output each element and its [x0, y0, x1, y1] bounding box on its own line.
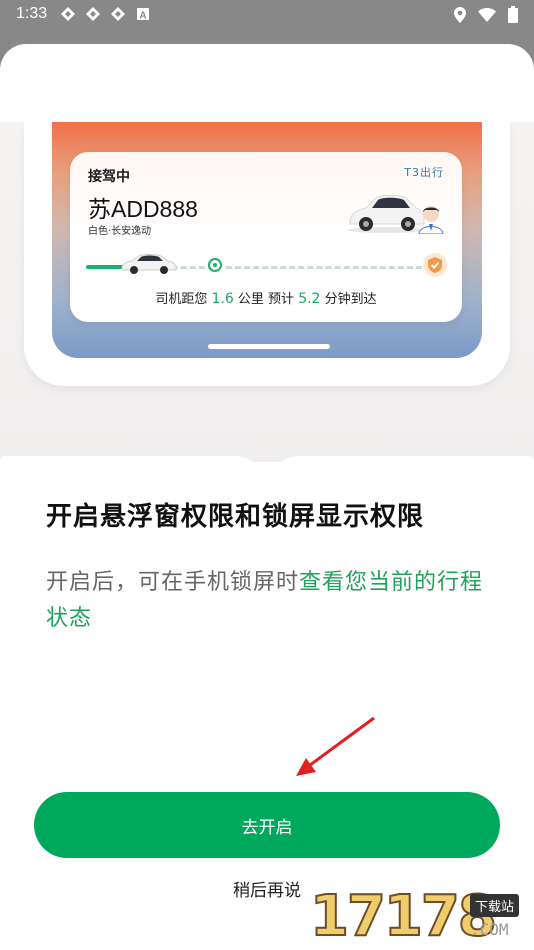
eta-suffix: 分钟到达 [324, 292, 377, 307]
eta-distance-unit: 公里 预计 [237, 292, 295, 307]
page-title: 开启悬浮窗权限和锁屏显示权限 [46, 502, 425, 532]
license-plate: 苏ADD888 [88, 196, 198, 222]
destination-shield-icon [423, 253, 447, 277]
route-progress [86, 253, 448, 277]
progress-remaining [226, 266, 422, 269]
a-badge-icon: A [137, 8, 149, 22]
content-wave-divider [0, 456, 534, 470]
car-info: 白色·长安逸动 [88, 226, 152, 237]
system-icons [454, 6, 518, 23]
car-icon [348, 194, 425, 233]
brand-logo: T3出行 [404, 166, 444, 179]
app-notification-icon [61, 7, 75, 21]
description: 开启后，可在手机锁屏时查看您当前的行程状态 [46, 565, 496, 637]
driver-avatar-icon [418, 206, 444, 234]
eta-time: 5.2 [298, 291, 321, 307]
status-time: 1:33 [16, 5, 48, 22]
trip-status-card: 接驾中 苏ADD888 白色·长安逸动 T3出行 司机距您 1.6 公里 预计 … [70, 152, 462, 322]
car-position-icon [121, 254, 177, 274]
pickup-node [208, 258, 222, 272]
app-notification-icon [111, 7, 125, 21]
watermark-digits: 17178 [309, 883, 498, 950]
wifi-icon [478, 7, 496, 22]
battery-icon [508, 6, 518, 23]
app-notification-icon [86, 7, 100, 21]
home-indicator [208, 344, 330, 349]
notification-icons: A [60, 6, 151, 22]
eta-distance: 1.6 [211, 291, 234, 307]
svg-text:A: A [139, 11, 146, 22]
eta-text: 司机距您 1.6 公里 预计 5.2 分钟到达 [70, 288, 462, 307]
description-text: 开启后，可在手机锁屏时 [46, 570, 300, 595]
enable-permission-button[interactable]: 去开启 [34, 792, 500, 858]
status-bar: 1:33 A [0, 0, 534, 30]
location-icon [454, 6, 466, 23]
watermark-site: 下载站 [470, 894, 520, 917]
site-watermark: 17178 下载站 .COM [309, 883, 534, 950]
watermark-com: .COM [470, 920, 509, 939]
trip-status: 接驾中 [88, 169, 130, 185]
eta-prefix: 司机距您 [155, 292, 208, 307]
pointer-arrow-icon [296, 716, 375, 776]
